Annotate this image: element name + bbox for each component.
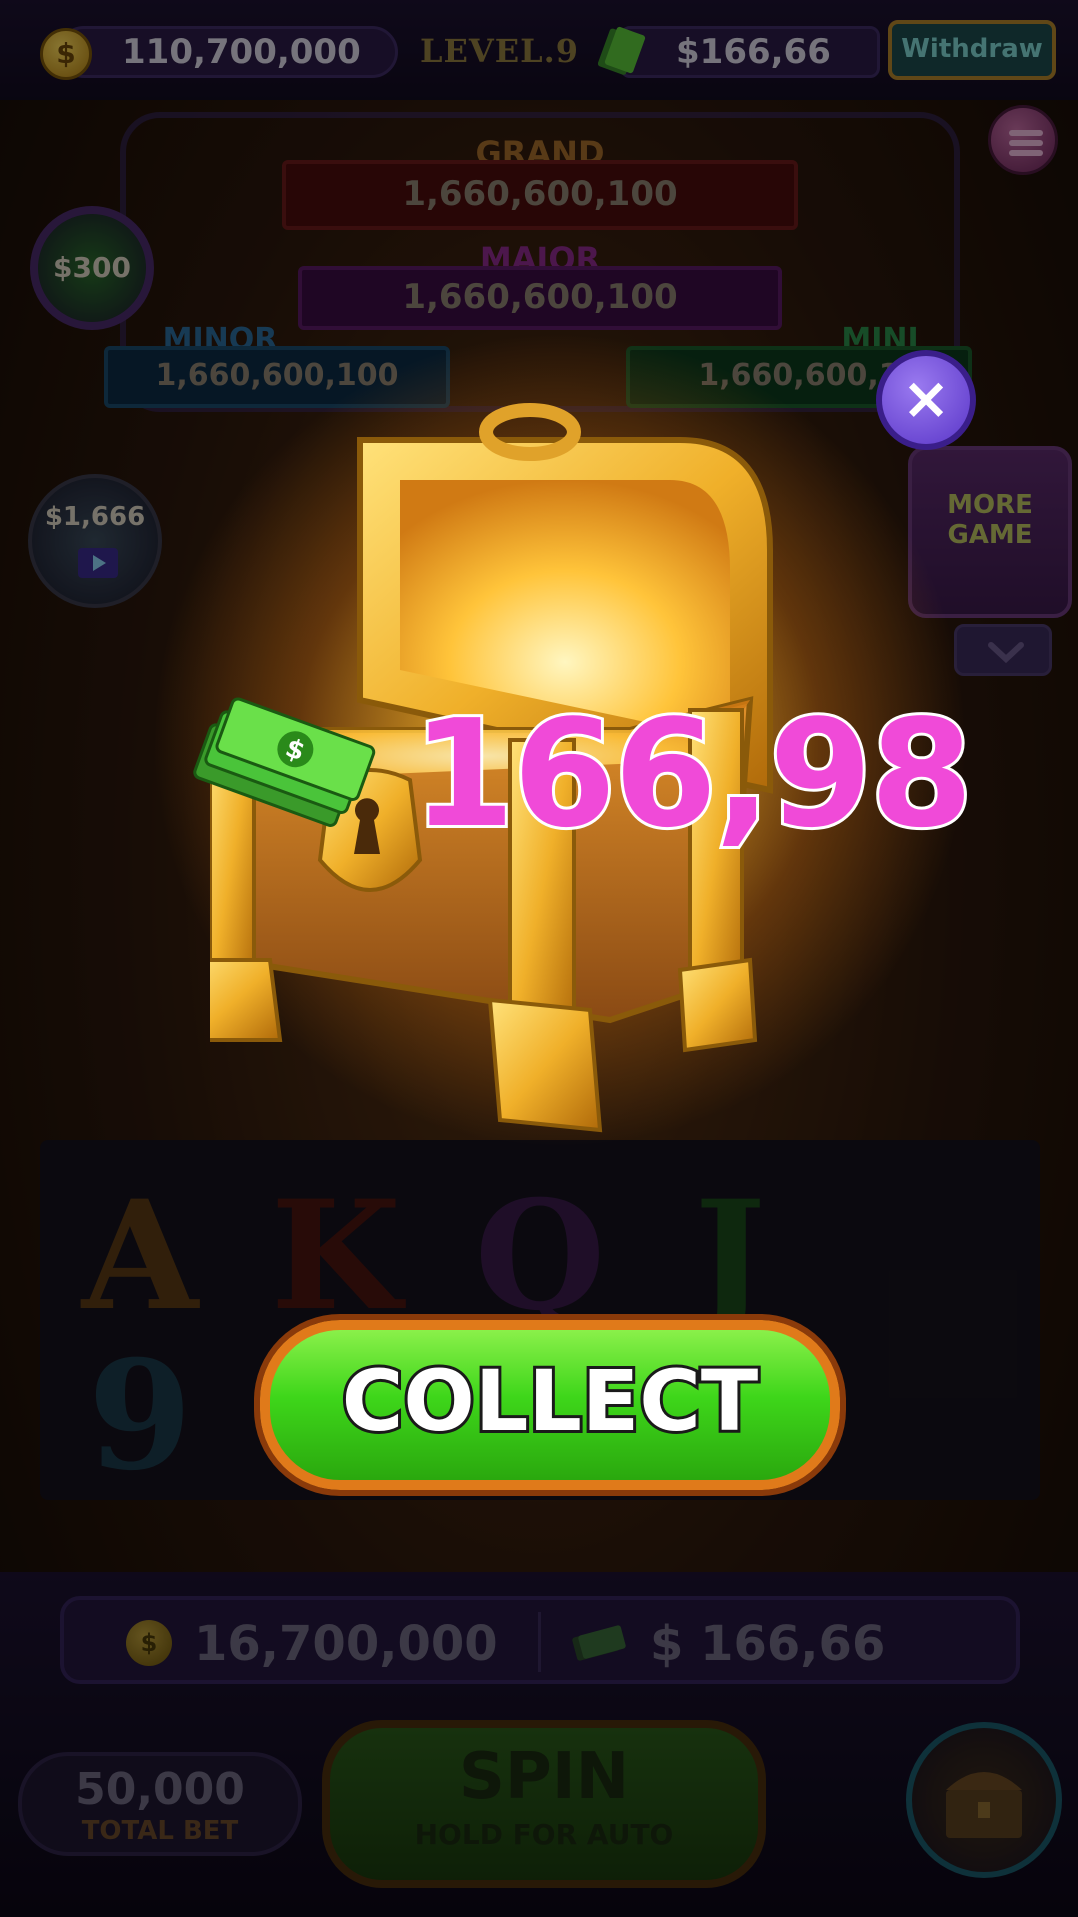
- game-screen: $ 110,700,000 LEVEL.9 $166,66 Withdraw G…: [0, 0, 1078, 1917]
- close-button[interactable]: ×: [876, 350, 976, 450]
- cash-stack-icon: $: [193, 697, 376, 827]
- reward-amount: 166,98: [409, 685, 976, 863]
- collect-label: COLLECT: [339, 1349, 761, 1453]
